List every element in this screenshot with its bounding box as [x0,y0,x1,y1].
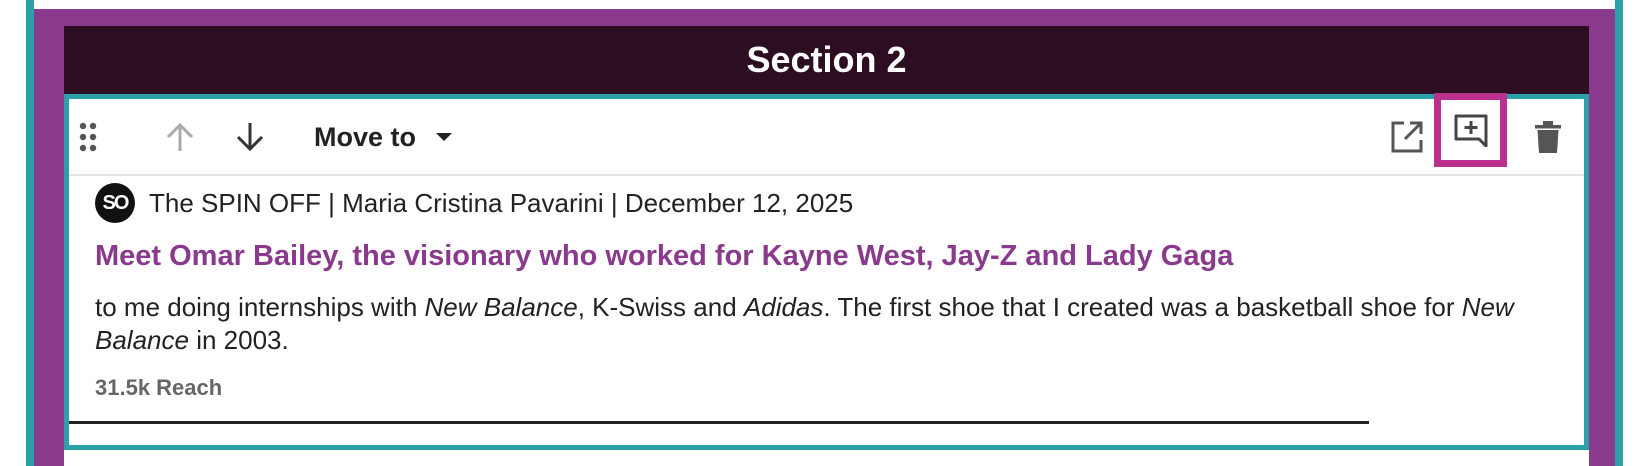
next-card-edge [64,450,1589,466]
reach-count: 31.5k Reach [95,375,223,400]
arrow-up-icon[interactable] [159,116,201,158]
excerpt-brand: Adidas [743,292,824,322]
open-in-new-icon[interactable] [1386,116,1428,158]
add-comment-button[interactable] [1434,93,1507,167]
outer-right-border [1615,0,1623,466]
article-source-row: SO The SPIN OFF | Maria Cristina Pavarin… [95,183,853,223]
drag-handle-icon[interactable] [73,119,103,155]
article-card: Move to SO The SPIN OFF | Maria Cristina… [69,93,1584,445]
add-comment-icon [1453,113,1489,147]
source-line: The SPIN OFF | Maria Cristina Pavarini |… [149,187,854,218]
move-to-label: Move to [314,121,417,152]
excerpt-text: to me doing internships with [95,292,425,322]
article-excerpt: to me doing internships with New Balance… [95,291,1555,357]
move-to-dropdown[interactable]: Move to [314,119,453,155]
trash-icon[interactable] [1527,116,1569,158]
outer-left-border [26,0,34,466]
excerpt-text: in 2003. [188,325,289,355]
section-title: Section 2 [64,26,1589,94]
excerpt-text: , K-Swiss and [577,292,744,322]
arrow-down-icon[interactable] [229,116,271,158]
excerpt-text: . The first shoe that I created was a ba… [823,292,1462,322]
excerpt-brand: New Balance [424,292,578,322]
card-divider [69,421,1369,424]
article-headline[interactable]: Meet Omar Bailey, the visionary who work… [95,240,1233,273]
chevron-down-icon [436,133,453,141]
avatar: SO [95,183,135,223]
card-toolbar: Move to [69,93,1584,176]
